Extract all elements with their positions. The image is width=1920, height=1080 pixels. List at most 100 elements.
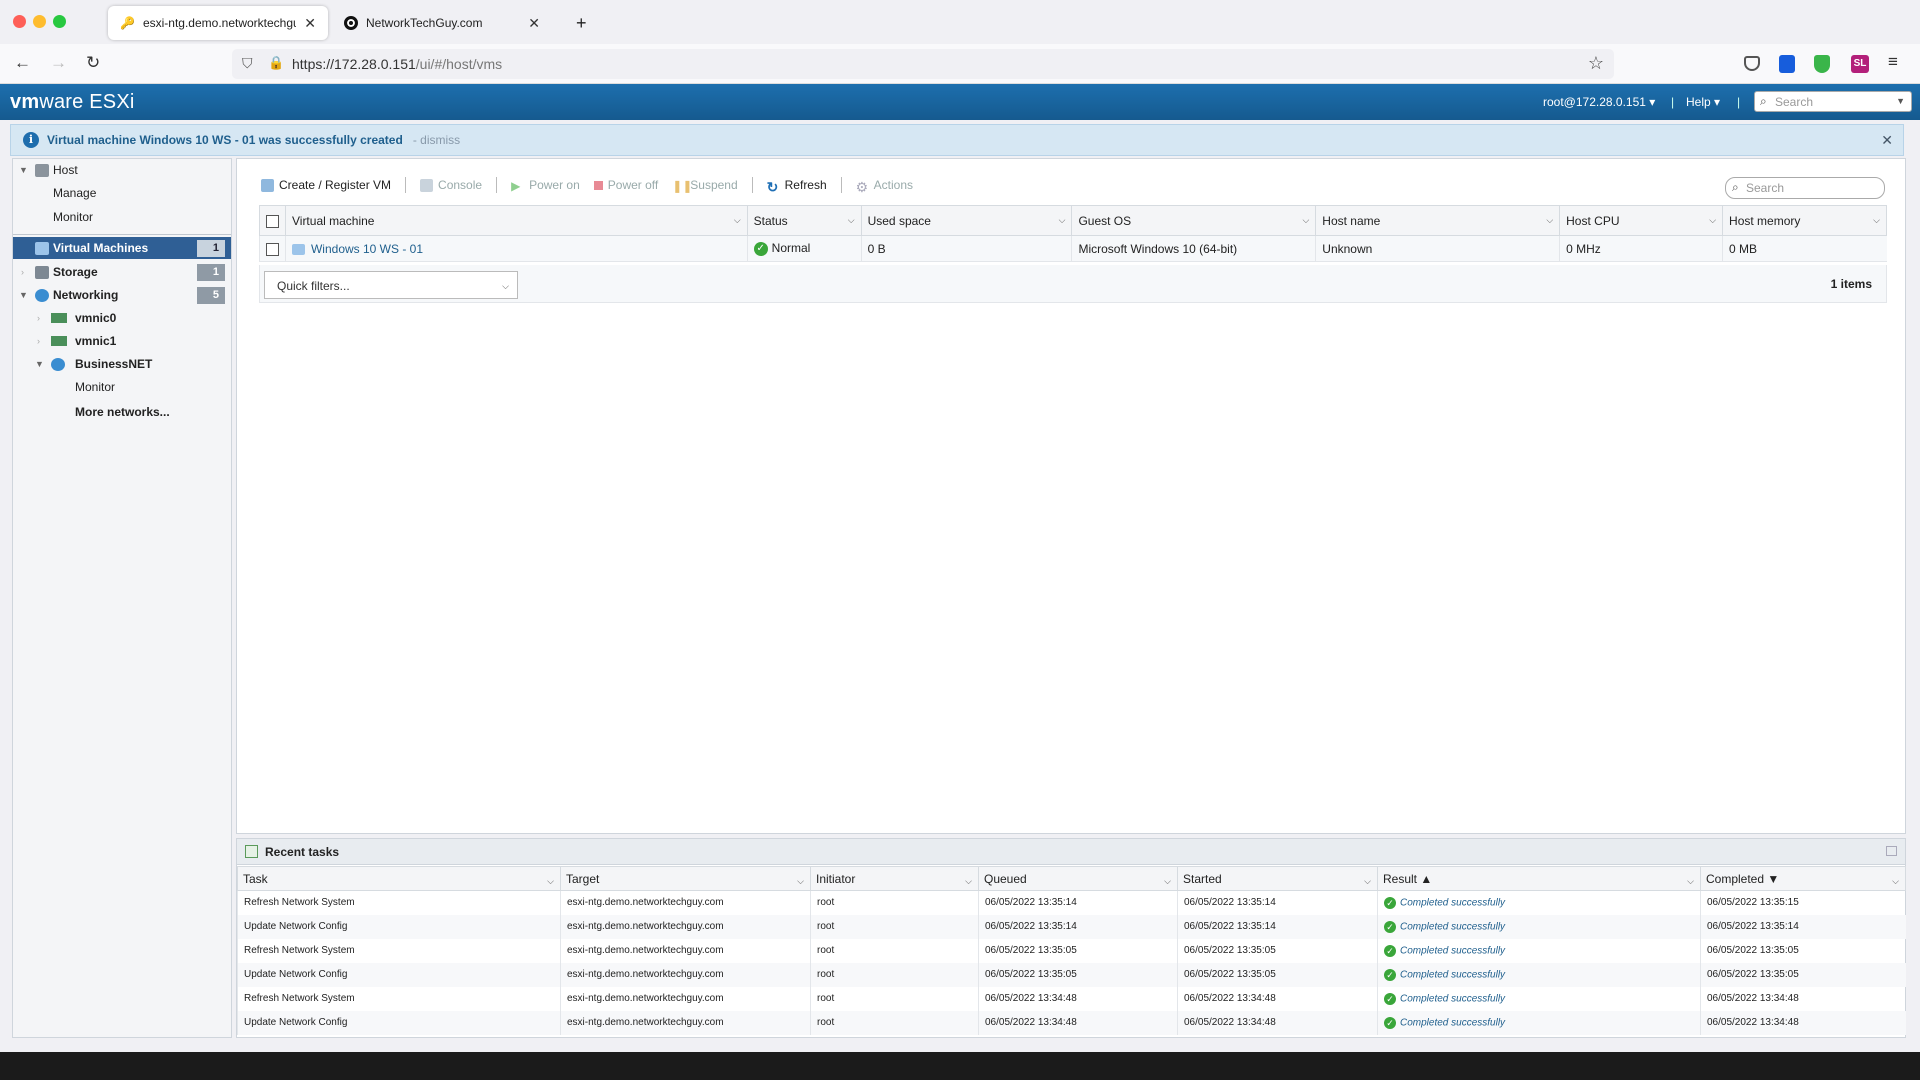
select-all-checkbox[interactable]: [266, 214, 279, 228]
sidebar-item-networking[interactable]: ▼ Networking 5: [13, 284, 231, 306]
close-window-button[interactable]: [13, 15, 26, 28]
url-bar[interactable]: ⛉ 🔒 https://172.28.0.151/ui/#/host/vms ☆: [232, 49, 1614, 79]
pocket-icon[interactable]: [1744, 56, 1760, 71]
task-row[interactable]: Update Network Config esxi-ntg.demo.netw…: [237, 914, 1906, 939]
task-row[interactable]: Refresh Network System esxi-ntg.demo.net…: [237, 986, 1906, 1011]
menu-hamburger-icon[interactable]: ≡: [1888, 52, 1898, 72]
header-search-input[interactable]: ⌕ Search ▼: [1754, 91, 1912, 112]
zoom-window-button[interactable]: [53, 15, 66, 28]
column-header[interactable]: Result ▲ ⌵: [1377, 866, 1701, 891]
chevron-down-icon[interactable]: ⌵: [1059, 215, 1066, 226]
vm-search-input[interactable]: ⌕ Search: [1725, 177, 1885, 199]
minimize-window-button[interactable]: [33, 15, 46, 28]
bitwarden-icon[interactable]: [1779, 55, 1795, 73]
column-header[interactable]: Host name ⌵: [1315, 205, 1561, 236]
close-notification-icon[interactable]: ✕: [1881, 132, 1893, 149]
vm-name-link[interactable]: Windows 10 WS - 01: [311, 242, 423, 256]
row-checkbox[interactable]: [266, 242, 279, 256]
column-header[interactable]: Queued ⌵: [978, 866, 1178, 891]
select-all-header[interactable]: [259, 205, 286, 236]
help-menu[interactable]: Help ▾: [1686, 95, 1720, 109]
expand-arrow-icon[interactable]: ›: [21, 267, 24, 277]
sidebar-item-virtual-machines[interactable]: Virtual Machines 1: [13, 237, 231, 259]
sl-extension-icon[interactable]: SL: [1851, 55, 1869, 73]
power-off-button[interactable]: Power off: [593, 178, 658, 192]
back-arrow-icon[interactable]: ←: [14, 53, 31, 73]
chevron-down-icon[interactable]: ⌵: [1873, 215, 1880, 226]
suspend-button[interactable]: ❚❚ Suspend: [672, 178, 737, 193]
sidebar-item-manage[interactable]: Manage: [13, 182, 231, 204]
chevron-down-icon[interactable]: ⌵: [848, 215, 855, 226]
bookmark-star-icon[interactable]: ☆: [1588, 53, 1604, 74]
header-separator: |: [1737, 95, 1741, 109]
chevron-down-icon[interactable]: ⌵: [1164, 876, 1171, 887]
chevron-down-icon[interactable]: ⌵: [1546, 215, 1553, 226]
expand-arrow-icon[interactable]: ›: [37, 313, 40, 323]
close-tab-icon[interactable]: ✕: [528, 15, 540, 32]
power-on-button[interactable]: ▶ Power on: [511, 178, 580, 193]
task-row[interactable]: Update Network Config esxi-ntg.demo.netw…: [237, 1010, 1906, 1035]
task-row[interactable]: Update Network Config esxi-ntg.demo.netw…: [237, 962, 1906, 987]
expand-arrow-icon[interactable]: ›: [37, 336, 40, 346]
expand-arrow-icon[interactable]: ▼: [19, 165, 28, 175]
chevron-down-icon[interactable]: ⌵: [1364, 876, 1371, 887]
row-select-cell[interactable]: [259, 235, 286, 262]
column-header[interactable]: Initiator ⌵: [810, 866, 979, 891]
chevron-down-icon[interactable]: ⌵: [734, 215, 741, 226]
actions-button[interactable]: ⚙ Actions: [856, 178, 913, 195]
close-tab-icon[interactable]: ✕: [304, 15, 316, 32]
chevron-down-icon[interactable]: ⌵: [1302, 215, 1309, 226]
chevron-down-icon[interactable]: ⌵: [1709, 215, 1716, 226]
column-header[interactable]: Used space ⌵: [860, 205, 1073, 236]
sidebar-item-vmnic1[interactable]: › vmnic1: [13, 330, 231, 352]
info-icon: i: [23, 132, 39, 148]
chevron-down-icon[interactable]: ⌵: [1892, 876, 1899, 887]
chevron-down-icon[interactable]: ⌵: [965, 876, 972, 887]
task-queued: 06/05/2022 13:35:05: [978, 938, 1178, 963]
column-header[interactable]: Guest OS ⌵: [1071, 205, 1317, 236]
column-header[interactable]: Started ⌵: [1177, 866, 1378, 891]
column-header[interactable]: Virtual machine ⌵: [284, 205, 748, 236]
sidebar-item-monitor[interactable]: Monitor: [13, 206, 231, 228]
vm-name-cell[interactable]: Windows 10 WS - 01: [284, 235, 748, 262]
task-row[interactable]: Refresh Network System esxi-ntg.demo.net…: [237, 890, 1906, 915]
sidebar-item-businessnet[interactable]: ▼ BusinessNET: [13, 353, 231, 375]
chevron-down-icon[interactable]: ⌵: [1687, 876, 1694, 887]
chevron-down-icon[interactable]: ⌵: [502, 281, 509, 292]
column-header[interactable]: Host memory ⌵: [1722, 205, 1887, 236]
column-header[interactable]: Status ⌵: [746, 205, 862, 236]
column-header[interactable]: Host CPU ⌵: [1559, 205, 1724, 236]
chevron-down-icon[interactable]: ⌵: [797, 876, 804, 887]
column-header[interactable]: Target ⌵: [560, 866, 811, 891]
expand-arrow-icon[interactable]: ▼: [35, 359, 44, 369]
forward-arrow-icon[interactable]: →: [50, 53, 67, 73]
minimize-panel-icon[interactable]: [1886, 846, 1897, 856]
sidebar-item-storage[interactable]: › Storage 1: [13, 261, 231, 283]
tab-networktechguy[interactable]: NetworkTechGuy.com ✕: [332, 6, 552, 40]
dismiss-link[interactable]: - dismiss: [413, 133, 460, 147]
lock-icon: 🔒: [268, 55, 285, 70]
recent-tasks-header[interactable]: Recent tasks: [237, 839, 1905, 865]
console-button[interactable]: Console: [420, 178, 482, 192]
refresh-button[interactable]: ↻ Refresh: [767, 178, 827, 195]
table-row[interactable]: Windows 10 WS - 01 ✓ Normal 0 B Microsoft…: [259, 235, 1887, 262]
expand-arrow-icon[interactable]: ▼: [19, 290, 28, 300]
task-name: Update Network Config: [237, 962, 561, 987]
create-register-vm-button[interactable]: Create / Register VM: [261, 178, 391, 192]
column-header[interactable]: Task ⌵: [237, 866, 561, 891]
reload-icon[interactable]: ↻: [86, 53, 100, 73]
toolbar-separator: [751, 177, 753, 193]
user-menu[interactable]: root@172.28.0.151 ▾: [1543, 95, 1655, 109]
sidebar-item-host[interactable]: ▼ Host: [13, 159, 231, 181]
new-tab-button[interactable]: +: [564, 6, 594, 40]
task-row[interactable]: Refresh Network System esxi-ntg.demo.net…: [237, 938, 1906, 963]
column-header[interactable]: Completed ▼ ⌵: [1700, 866, 1906, 891]
sidebar-item-more-networks[interactable]: More networks...: [13, 401, 231, 423]
adblock-shield-icon[interactable]: [1814, 55, 1830, 73]
sidebar-item-vmnic0[interactable]: › vmnic0: [13, 307, 231, 329]
tab-esxi[interactable]: 🔑 esxi-ntg.demo.networktechguy.com ✕: [108, 6, 328, 40]
sidebar-item-network-monitor[interactable]: Monitor: [13, 376, 231, 398]
chevron-down-icon[interactable]: ⌵: [547, 876, 554, 887]
chevron-down-icon[interactable]: ▼: [1896, 96, 1905, 106]
quick-filters-select[interactable]: Quick filters... ⌵: [264, 271, 518, 299]
